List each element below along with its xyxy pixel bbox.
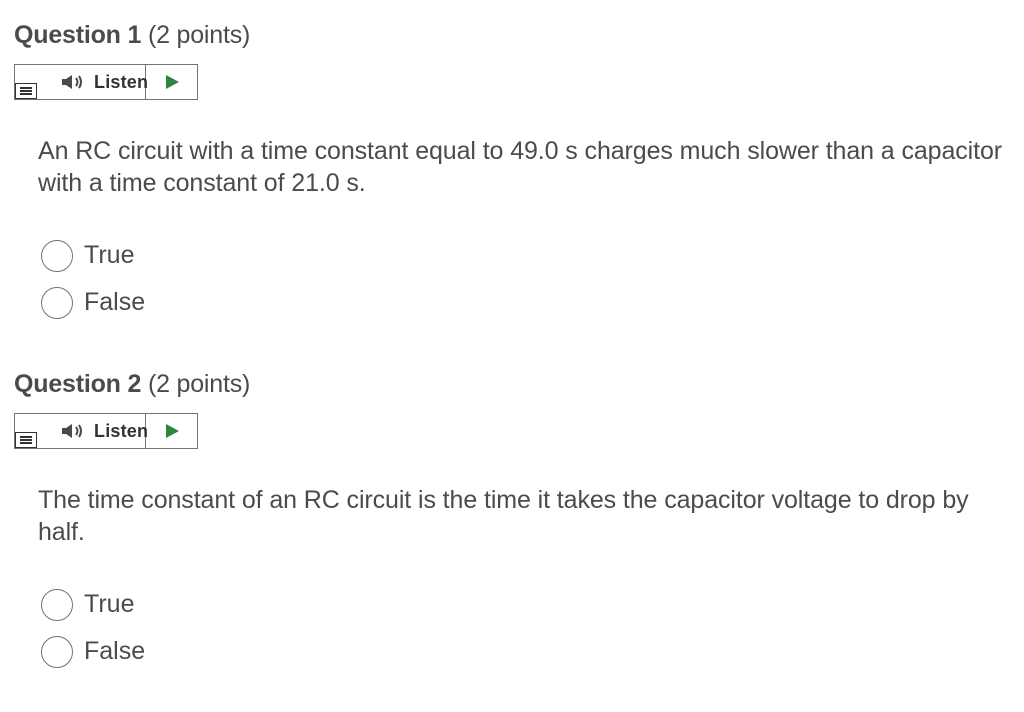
radio-button[interactable] [41,589,73,621]
radio-button[interactable] [41,240,73,272]
speaker-icon [61,74,87,95]
option-label: True [84,241,135,269]
play-icon [166,75,179,89]
listen-widget: Listen [14,413,198,449]
question-title: Question 1 [14,21,142,49]
speaker-icon [61,423,87,444]
question-heading: Question 2 (2 points) [14,370,250,399]
menu-icon[interactable] [15,83,37,99]
listen-label: Listen [94,421,149,441]
option-true[interactable]: True [41,240,241,274]
question-heading: Question 1 (2 points) [14,21,250,50]
question-points: (2 points) [147,21,251,49]
question-text: The time constant of an RC circuit is th… [38,486,969,546]
listen-button[interactable]: Listen [37,65,149,99]
listen-button[interactable]: Listen [37,414,149,448]
play-button[interactable] [146,65,198,99]
option-label: False [84,288,146,316]
option-false[interactable]: False [41,636,241,670]
option-true[interactable]: True [41,589,241,623]
question-title: Question 2 [14,370,142,398]
listen-label: Listen [94,72,149,92]
radio-button[interactable] [41,636,73,668]
play-icon [166,424,179,438]
option-label: False [84,637,146,665]
option-false[interactable]: False [41,287,241,321]
radio-button[interactable] [41,287,73,319]
option-label: True [84,590,135,618]
menu-icon[interactable] [15,432,37,448]
question-text: An RC circuit with a time constant equal… [38,137,1002,197]
listen-widget: Listen [14,64,198,100]
question-points: (2 points) [147,370,251,398]
play-button[interactable] [146,414,198,448]
